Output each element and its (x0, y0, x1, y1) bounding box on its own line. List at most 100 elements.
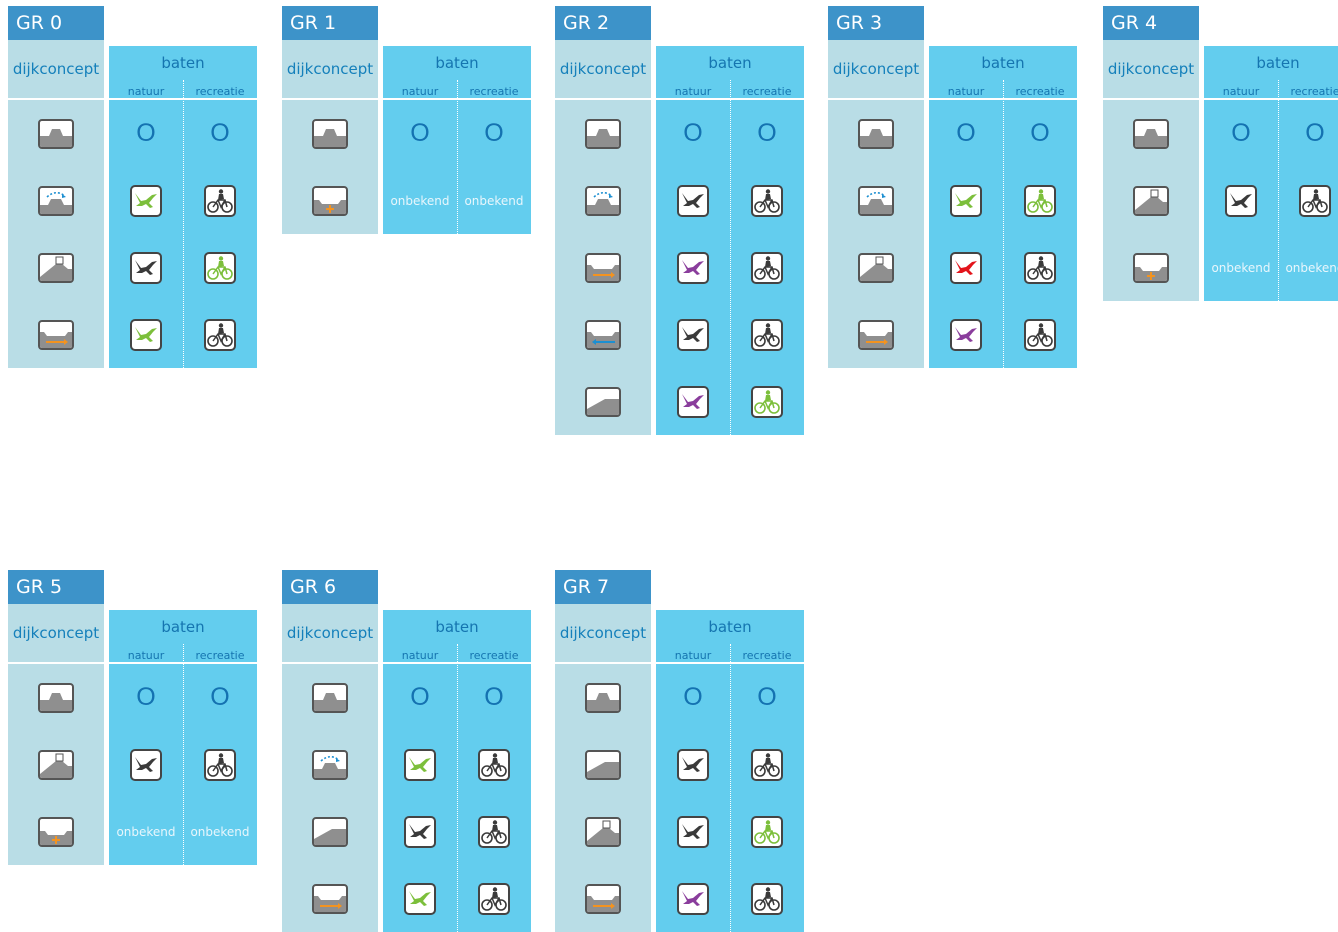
natuur-cell: onbekend (1204, 234, 1278, 301)
benefit-row (109, 167, 257, 234)
baten-label: baten (708, 618, 752, 636)
natuur-label: natuur (401, 649, 439, 662)
dike-row (282, 100, 378, 167)
natuur-cell (929, 167, 1003, 234)
natuur-cell: O (109, 664, 183, 731)
dike-basic-icon (858, 118, 894, 149)
recreatie-cell (183, 234, 257, 301)
baten-label: baten (435, 54, 479, 72)
zero-symbol: O (210, 683, 230, 711)
natuur-cell (656, 731, 730, 798)
bird-icon (950, 251, 982, 284)
zero-symbol: O (757, 683, 777, 711)
dijkconcept-header: dijkconcept (282, 604, 378, 664)
dike-building-icon (585, 816, 621, 847)
recreatie-cell (730, 234, 804, 301)
bird-icon (950, 184, 982, 217)
natuur-cell (109, 234, 183, 301)
dike-basic-icon (38, 118, 74, 149)
dike-wide-right-icon (585, 252, 621, 283)
dike-plus-icon (312, 185, 348, 216)
benefit-row: onbekend onbekend (383, 167, 531, 234)
bird-icon (404, 815, 436, 848)
zero-symbol: O (484, 119, 504, 147)
benefit-row (109, 301, 257, 368)
bicycle-icon (751, 251, 783, 284)
natuur-cell (929, 301, 1003, 368)
natuur-label: natuur (674, 649, 712, 662)
zero-symbol: O (484, 683, 504, 711)
baten-label: baten (1256, 54, 1300, 72)
benefit-row (929, 234, 1077, 301)
benefit-row: onbekend onbekend (1204, 234, 1338, 301)
dike-slope-icon (585, 386, 621, 417)
recreatie-cell (1003, 234, 1077, 301)
zero-symbol: O (136, 119, 156, 147)
baten-column: batennatuurrecreatieOOonbekendonbekend (1204, 46, 1338, 301)
group-title-tab: GR 4 (1103, 6, 1199, 40)
dike-row (282, 167, 378, 234)
dike-overflow-icon (585, 185, 621, 216)
benefit-row: onbekend onbekend (109, 798, 257, 865)
dijkconcept-header: dijkconcept (8, 40, 104, 100)
dike-row (828, 100, 924, 167)
recreatie-cell (1278, 167, 1338, 234)
dike-row (555, 664, 651, 731)
dike-wide-left-icon (585, 319, 621, 350)
baten-column: batennatuurrecreatieOOonbekendonbekend (383, 46, 531, 234)
recreatie-cell: O (1003, 100, 1077, 167)
dike-row (555, 234, 651, 301)
recreatie-cell: O (457, 664, 531, 731)
benefit-row: OO (383, 100, 531, 167)
unknown-label: onbekend (464, 193, 524, 208)
zero-symbol: O (956, 119, 976, 147)
natuur-cell (656, 301, 730, 368)
bicycle-icon (751, 815, 783, 848)
dike-basic-icon (312, 682, 348, 713)
bicycle-icon (478, 882, 510, 915)
zero-symbol: O (757, 119, 777, 147)
natuur-label: natuur (674, 85, 712, 98)
group-title-tab: GR 3 (828, 6, 924, 40)
dijkconcept-column: dijkconcept (8, 604, 104, 865)
natuur-cell: O (929, 100, 1003, 167)
dike-row (8, 664, 104, 731)
dike-row (1103, 100, 1199, 167)
recreatie-label: recreatie (1015, 85, 1065, 98)
dike-overflow-icon (858, 185, 894, 216)
recreatie-cell: O (730, 664, 804, 731)
recreatie-cell (1003, 301, 1077, 368)
dike-plus-icon (38, 816, 74, 847)
bird-icon (1225, 184, 1257, 217)
bird-icon (404, 882, 436, 915)
baten-label: baten (981, 54, 1025, 72)
recreatie-cell: O (1278, 100, 1338, 167)
benefit-row (1204, 167, 1338, 234)
bird-icon (130, 748, 162, 781)
zero-symbol: O (683, 119, 703, 147)
bird-icon (404, 748, 436, 781)
dike-building-icon (38, 252, 74, 283)
dijkconcept-header: dijkconcept (555, 604, 651, 664)
natuur-label: natuur (401, 85, 439, 98)
group-title-tab: GR 5 (8, 570, 104, 604)
zero-symbol: O (1231, 119, 1251, 147)
zero-symbol: O (410, 119, 430, 147)
recreatie-cell: O (457, 100, 531, 167)
dike-wide-right-icon (38, 319, 74, 350)
bird-icon (677, 251, 709, 284)
group-title-tab: GR 0 (8, 6, 104, 40)
recreatie-cell (183, 731, 257, 798)
zero-symbol: O (1030, 119, 1050, 147)
bicycle-icon (204, 251, 236, 284)
dike-row (282, 731, 378, 798)
recreatie-cell (730, 301, 804, 368)
benefit-row: OO (109, 664, 257, 731)
dijkconcept-column: dijkconcept (555, 604, 651, 932)
recreatie-cell: O (183, 100, 257, 167)
dike-row (282, 664, 378, 731)
zero-symbol: O (1305, 119, 1325, 147)
bicycle-icon (751, 748, 783, 781)
baten-label: baten (435, 618, 479, 636)
dijkconcept-column: dijkconcept (555, 40, 651, 435)
